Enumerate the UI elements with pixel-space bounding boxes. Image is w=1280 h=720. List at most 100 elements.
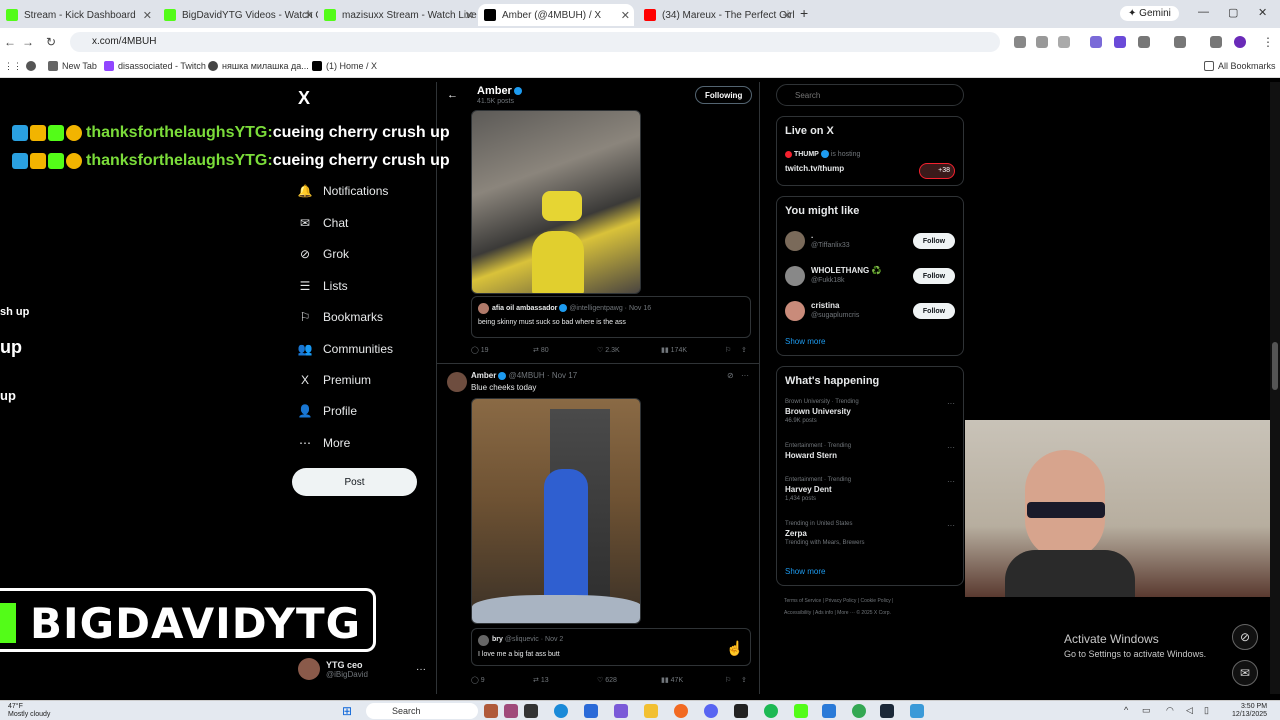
sidebar-item-profile[interactable]: 👤 Profile [298,404,357,418]
sidebar-item-bookmarks[interactable]: ⚐ Bookmarks [298,310,383,324]
avatar[interactable] [447,372,467,392]
following-button[interactable]: Following [695,86,753,104]
x-logo-icon[interactable]: X [298,88,310,109]
suggested-user[interactable]: . @Tiffanlix33 Follow [785,229,957,253]
bookmark-x-home[interactable]: (1) Home / X [312,61,377,71]
sidepanel-icon[interactable] [1174,36,1186,48]
discord-icon[interactable] [704,704,718,718]
battery-icon[interactable]: ▯ [1204,705,1209,716]
url-field[interactable]: x.com/4MBUH [70,32,1000,52]
back-arrow-icon[interactable]: ← [447,89,458,101]
follow-button[interactable]: Follow [913,268,955,284]
close-icon[interactable]: ✕ [143,9,152,22]
share-icon[interactable]: ⇪ [741,676,747,684]
suggested-user[interactable]: cristina @sugaplumcris Follow [785,299,957,323]
more-icon[interactable]: ··· [741,371,749,380]
tab-amber-x[interactable]: Amber (@4MBUH) / X ✕ [478,4,634,26]
close-icon[interactable]: ✕ [783,9,792,22]
sidebar-item-premium[interactable]: X Premium [298,373,371,387]
page-scrollbar[interactable] [1270,82,1280,694]
tab-mazisuxx-stream[interactable]: mazisuxx Stream - Watch Live o ✕ [318,4,478,26]
like-button[interactable]: ♡ 2.3K [597,346,620,354]
apps-icon[interactable]: ⋮⋮ [4,61,22,72]
sidebar-item-grok[interactable]: ⊘ Grok [298,247,349,261]
downloads-icon[interactable] [1210,36,1222,48]
bookmark-twitch[interactable]: disassociated - Twitch [104,61,206,71]
more-icon[interactable]: ··· [947,477,955,486]
folder-icon[interactable] [644,704,658,718]
post-button[interactable]: Post [292,468,417,496]
tweet-author[interactable]: Amber @4MBUH · Nov 17 [471,371,577,380]
install-icon[interactable] [1014,36,1026,48]
taskbar-search[interactable]: Search [366,703,478,719]
messages-float-icon[interactable]: ✉ [1232,660,1258,686]
maximize-icon[interactable]: ▢ [1228,6,1238,19]
windows-start-icon[interactable]: ⊞ [342,705,356,717]
tab-bigdavid-videos[interactable]: BigDavidYTG Videos - Watch O ✕ [158,4,318,26]
system-clock[interactable]: 3:50 PM 12/13/2025 [1232,703,1267,719]
app-icon[interactable] [910,704,924,718]
spotify-icon[interactable] [764,704,778,718]
quoted-tweet[interactable]: afia oil ambassador @intelligentpawg · N… [471,296,751,338]
zoom-icon[interactable] [1036,36,1048,48]
wifi-icon[interactable]: ◠ [1166,705,1174,716]
live-link[interactable]: twitch.tv/thump [785,164,844,173]
repost-button[interactable]: ⇄ 80 [533,346,549,354]
sidebar-item-notifications[interactable]: 🔔 Notifications [298,184,389,198]
footer-links[interactable]: Terms of Service | Privacy Policy | Cook… [784,598,893,604]
close-icon[interactable]: ✕ [621,9,630,22]
gemini-button[interactable]: ✦ Gemini [1120,6,1179,21]
quoted-tweet[interactable]: bry @sliquevic · Nov 2 I love me a big f… [471,628,751,666]
copilot-icon[interactable] [614,704,628,718]
forward-icon[interactable]: → [22,35,34,49]
sidebar-item-more[interactable]: ⋯ More [298,436,350,450]
edge-icon[interactable] [554,704,568,718]
scrollbar-thumb[interactable] [1272,342,1278,390]
app-icon[interactable] [734,704,748,718]
trend-item[interactable]: Brown University · Trending Brown Univers… [785,399,957,424]
file-explorer-icon[interactable] [524,704,538,718]
volume-icon[interactable]: ◁ [1186,705,1193,716]
grok-float-icon[interactable]: ⊘ [1232,624,1258,650]
store-icon[interactable] [584,704,598,718]
menu-icon[interactable]: ⋮ [1262,35,1274,49]
share-icon[interactable]: ⇪ [741,346,747,354]
account-more-icon[interactable]: ··· [416,664,426,675]
search-input[interactable] [776,84,964,106]
live-listener-badge[interactable]: +38 [919,163,955,179]
sidebar-item-chat[interactable]: ✉ Chat [298,216,348,230]
bookmark-nyashka[interactable]: няшка милашка да... [208,61,309,71]
tab-mareux-youtube[interactable]: (34) Mareux - The Perfect Girl ✕ [638,4,796,26]
show-more-link[interactable]: Show more [785,567,825,576]
chrome-icon[interactable] [852,704,866,718]
tweet-photo[interactable] [471,110,641,294]
kick-icon[interactable] [794,704,808,718]
more-icon[interactable]: ··· [947,399,955,408]
all-bookmarks[interactable]: All Bookmarks [1204,61,1276,71]
steam-icon[interactable] [880,704,894,718]
shield-extension-icon[interactable] [1114,36,1126,48]
views-button[interactable]: ▮▮ 174K [661,346,687,354]
follow-button[interactable]: Follow [913,303,955,319]
puzzle-icon[interactable] [1138,36,1150,48]
grok-icon[interactable]: ⊘ [727,371,734,380]
weather-widget[interactable]: 47°F Mostly cloudy [8,703,50,719]
firefox-icon[interactable] [674,704,688,718]
tab-kick-dashboard[interactable]: Stream - Kick Dashboard ✕ [0,4,156,26]
trend-item[interactable]: Trending in United States Zerpa Trending w… [785,521,957,546]
sidebar-item-lists[interactable]: ☰ Lists [298,279,348,293]
live-host[interactable]: THUMP is hosting [785,150,860,158]
suggested-user[interactable]: WHOLETHANG ♻️ @Fukk18k Follow [785,264,957,288]
footer-links[interactable]: Accessibility | Ads info | More ··· © 20… [784,610,891,616]
bookmark-new-tab[interactable]: New Tab [48,61,97,71]
bookmark-icon[interactable]: ⚐ [725,676,731,684]
like-button[interactable]: ♡ 628 [597,676,617,684]
tweet-photo[interactable] [471,398,641,624]
close-icon[interactable]: ✕ [305,9,314,22]
trend-item[interactable]: Entertainment · Trending Harvey Dent 1,434… [785,477,957,502]
chrome-icon[interactable] [26,61,40,71]
close-window-icon[interactable]: ✕ [1258,6,1267,19]
reload-icon[interactable]: ↻ [46,35,56,49]
repost-button[interactable]: ⇄ 13 [533,676,549,684]
account-switcher[interactable]: YTG ceo @iBigDavid [298,658,368,680]
